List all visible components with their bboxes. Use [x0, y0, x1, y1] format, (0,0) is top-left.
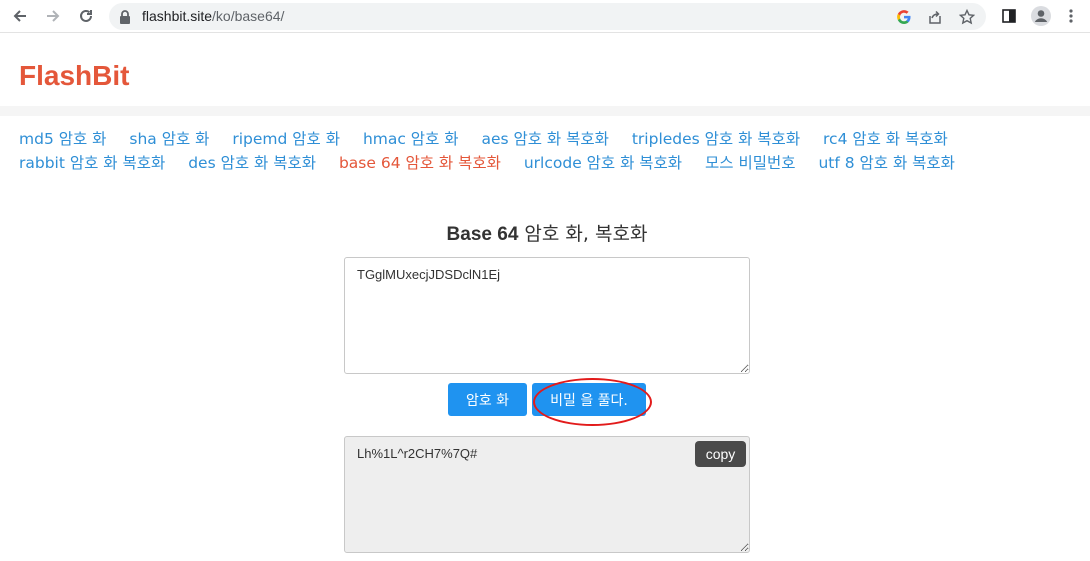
encode-button[interactable]: 암호 화 [448, 383, 527, 416]
page-title: Base 64 암호 화, 복호화 [446, 223, 648, 245]
decode-button[interactable]: 비밀 을 풀다. [532, 383, 646, 416]
sidepanel-icon[interactable] [998, 5, 1020, 27]
nav-link-5[interactable]: tripledes 암호 화 복호화 [632, 130, 800, 148]
star-icon[interactable] [958, 8, 976, 26]
nav-link-10[interactable]: urlcode 암호 화 복호화 [524, 154, 682, 172]
nav-link-12[interactable]: utf 8 암호 화 복호화 [818, 154, 955, 172]
nav-link-4[interactable]: aes 암호 화 복호화 [481, 130, 608, 148]
reload-icon[interactable] [75, 5, 97, 27]
nav-link-2[interactable]: ripemd 암호 화 [232, 130, 340, 148]
google-icon[interactable] [895, 8, 913, 26]
back-arrow-icon[interactable] [9, 5, 31, 27]
nav-link-1[interactable]: sha 암호 화 [129, 130, 209, 148]
tool-nav: md5 암호 화 sha 암호 화 ripemd 암호 화 hmac 암호 화 … [19, 127, 1079, 175]
nav-link-11[interactable]: 모스 비밀번호 [705, 154, 796, 172]
nav-link-6[interactable]: rc4 암호 화 복호화 [823, 130, 948, 148]
input-textarea[interactable] [344, 257, 750, 374]
profile-icon[interactable] [1030, 5, 1052, 27]
site-logo[interactable]: FlashBit [19, 60, 129, 92]
share-icon[interactable] [926, 8, 944, 26]
browser-toolbar: flashbit.site/ko/base64/ [0, 0, 1090, 33]
nav-link-3[interactable]: hmac 암호 화 [363, 130, 459, 148]
url-text: flashbit.site/ko/base64/ [142, 8, 285, 24]
forward-arrow-icon[interactable] [42, 5, 64, 27]
more-icon[interactable] [1060, 5, 1082, 27]
nav-link-9[interactable]: base 64 암호 화 복호화 [339, 154, 501, 172]
nav-link-8[interactable]: des 암호 화 복호화 [188, 154, 316, 172]
address-bar[interactable]: flashbit.site/ko/base64/ [109, 3, 986, 30]
nav-link-7[interactable]: rabbit 암호 화 복호화 [19, 154, 165, 172]
lock-icon[interactable] [119, 9, 131, 28]
copy-button[interactable]: copy [695, 441, 746, 467]
output-textarea[interactable] [344, 436, 750, 553]
nav-link-0[interactable]: md5 암호 화 [19, 130, 106, 148]
site-header: FlashBit [0, 34, 1090, 116]
